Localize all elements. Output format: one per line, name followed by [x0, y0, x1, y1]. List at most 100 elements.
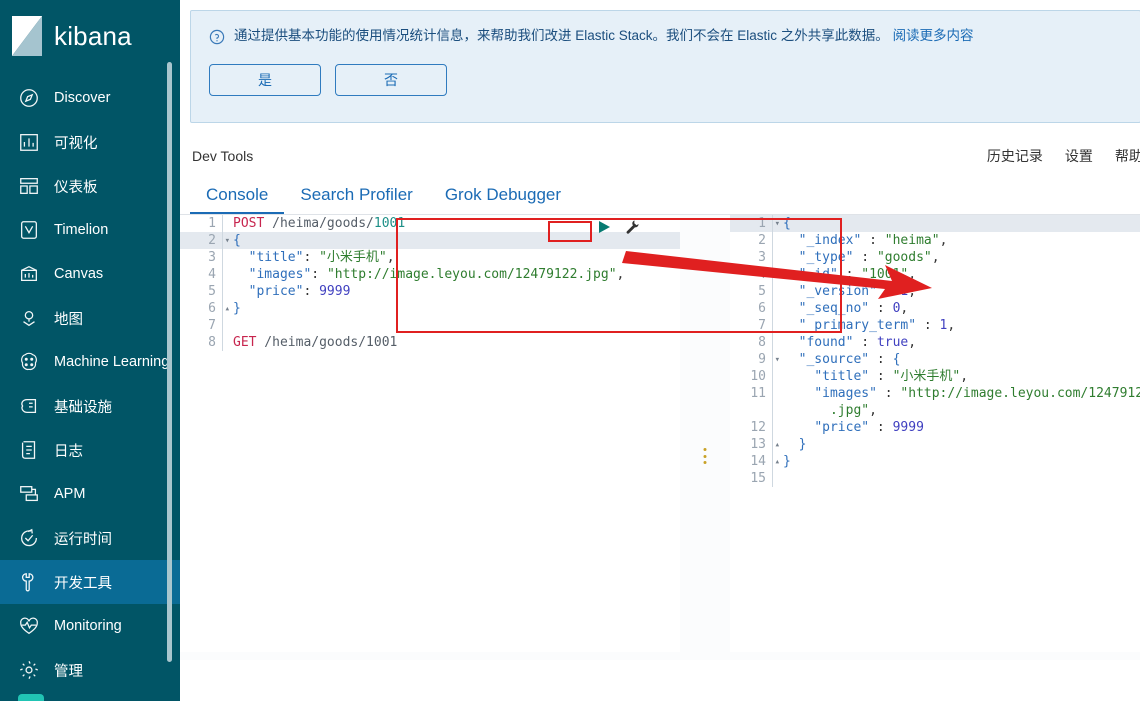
code-line: 4 "images": "http://image.leyou.com/1247… [180, 266, 680, 283]
code-token: 9999 [319, 284, 351, 299]
code-token: } [798, 437, 807, 452]
fold-toggle-icon[interactable]: ▾ [225, 233, 230, 250]
kibana-app: kibana Discover 可视化 仪表板 Timelion Canvas … [0, 0, 1140, 701]
sidebar-item-dashboard[interactable]: 仪表板 [0, 164, 180, 208]
code-text: "_seq_no" : 0, [773, 300, 909, 317]
fold-toggle-icon[interactable]: ▾ [775, 216, 780, 233]
code-token: "images" [248, 267, 312, 282]
banner-yes-button[interactable]: 是 [209, 63, 321, 96]
sidebar-item-logs[interactable]: 日志 [0, 428, 180, 472]
header-link-help[interactable]: 帮助 [1115, 146, 1140, 166]
request-editor-pane[interactable]: 1 POST /heima/goods/1001 2 ▾{3 "title": "小米… [180, 215, 680, 660]
sidebar-item-dev-tools[interactable]: 开发工具 [0, 560, 180, 604]
code-token: { [783, 216, 791, 231]
code-token: "http://image.leyou.com/12479122.jpg" [326, 267, 617, 282]
code-text: POST /heima/goods/1001 [223, 215, 405, 232]
banner-read-more-link[interactable]: 阅读更多内容 [893, 28, 974, 43]
code-token: , [869, 403, 877, 418]
logs-icon [21, 441, 36, 459]
response-pane[interactable]: 1 ▾{2 "_index" : "heima", 3 "_type" : "goo… [730, 215, 1140, 660]
main-content: 通过提供基本功能的使用情况统计信息，来帮助我们改进 Elastic Stack。… [180, 0, 1140, 701]
sidebar-item-label: Canvas [54, 266, 104, 282]
response-gutter-number: 5 [758, 284, 766, 299]
request-gutter-number: 6 ▴ [208, 301, 230, 316]
code-line: 1 ▾{ [730, 215, 1140, 232]
console-tabs: Console Search Profiler Grok Debugger [180, 175, 1140, 215]
gutter-separator [222, 317, 223, 334]
response-gutter-number: 11 [750, 386, 766, 401]
sidebar-item-label: 开发工具 [54, 575, 112, 592]
sidebar-item-management[interactable]: 管理 [0, 648, 180, 692]
sidebar-item-apm[interactable]: APM [0, 472, 180, 516]
code-token: "http://image.leyou.com/12479122 [900, 386, 1140, 401]
code-token: : [876, 386, 901, 401]
fold-toggle-icon[interactable]: ▴ [775, 437, 780, 454]
code-text: "title": "小米手机", [223, 249, 395, 266]
code-line: 15 [730, 470, 1140, 487]
sidebar-item-monitoring[interactable]: Monitoring [0, 604, 180, 648]
sidebar-item-label: 仪表板 [54, 179, 98, 196]
code-token: : [869, 369, 893, 384]
response-gutter-number: 14 ▴ [750, 454, 780, 469]
code-token: : [837, 267, 862, 282]
sidebar-item-machine-learning[interactable]: Machine Learning [0, 340, 180, 384]
code-token: "title" [248, 250, 304, 265]
code-token: : [876, 284, 901, 299]
request-gutter-number: 7 [208, 318, 216, 333]
code-text: "_id" : "1001", [773, 266, 916, 283]
code-token: { [892, 352, 901, 367]
brand-title: kibana [54, 20, 132, 51]
sidebar-collapse-handle[interactable] [18, 694, 44, 701]
wrench-menu-icon[interactable] [624, 219, 640, 235]
response-gutter-number: 6 [758, 301, 766, 316]
code-token: , [616, 267, 625, 282]
code-line: 8 "found" : true, [730, 334, 1140, 351]
sidebar-item-canvas[interactable]: Canvas [0, 252, 180, 296]
canvas-icon [21, 265, 37, 282]
compass-icon [20, 89, 38, 107]
pane-splitter[interactable] [680, 215, 730, 660]
tab-grok-debugger[interactable]: Grok Debugger [429, 186, 577, 214]
code-token: "_index" [798, 233, 862, 248]
sidebar-item-label: 日志 [54, 443, 83, 460]
code-token: 1001 [373, 216, 406, 231]
fold-toggle-icon[interactable]: ▾ [775, 352, 780, 369]
sidebar-item-discover[interactable]: Discover [0, 76, 180, 120]
code-token: "price" [248, 284, 304, 299]
sidebar-item-uptime[interactable]: 运行时间 [0, 516, 180, 560]
code-token: "_seq_no" [798, 301, 870, 316]
sidebar-item-infrastructure[interactable]: 基础设施 [0, 384, 180, 428]
sidebar-item-timelion[interactable]: Timelion [0, 208, 180, 252]
wrench-icon [21, 573, 34, 592]
fold-toggle-icon[interactable]: ▴ [775, 454, 780, 471]
request-code[interactable]: 1 POST /heima/goods/1001 2 ▾{3 "title": "小米… [180, 215, 680, 351]
request-gutter-number: 1 [208, 216, 216, 231]
sidebar-scrollbar[interactable] [167, 62, 172, 662]
sidebar-item-maps[interactable]: 地图 [0, 296, 180, 340]
tab-search-profiler[interactable]: Search Profiler [284, 186, 428, 214]
page-title: Dev Tools [192, 148, 254, 164]
code-line: 7 [180, 317, 680, 334]
response-gutter-number: 13 ▴ [750, 437, 780, 452]
code-token: : [303, 250, 320, 265]
sidebar-item-label: 可视化 [54, 135, 98, 152]
header-link-settings[interactable]: 设置 [1065, 146, 1093, 166]
brand[interactable]: kibana [0, 0, 180, 72]
code-token: /heima/goods/1001 [256, 335, 398, 350]
header-link-history[interactable]: 历史记录 [987, 146, 1043, 166]
code-token: : [869, 301, 893, 316]
fold-toggle-icon[interactable]: ▴ [225, 301, 230, 318]
console-action-icons [596, 219, 640, 235]
banner-no-button[interactable]: 否 [335, 63, 447, 96]
code-text: "_version" : 1, [773, 283, 916, 300]
play-icon[interactable] [596, 219, 612, 235]
sidebar-item-visualize[interactable]: 可视化 [0, 120, 180, 164]
code-token: , [908, 284, 917, 299]
uptime-icon [21, 528, 37, 547]
code-text: "title" : "小米手机", [773, 368, 968, 385]
tab-console[interactable]: Console [190, 186, 285, 214]
